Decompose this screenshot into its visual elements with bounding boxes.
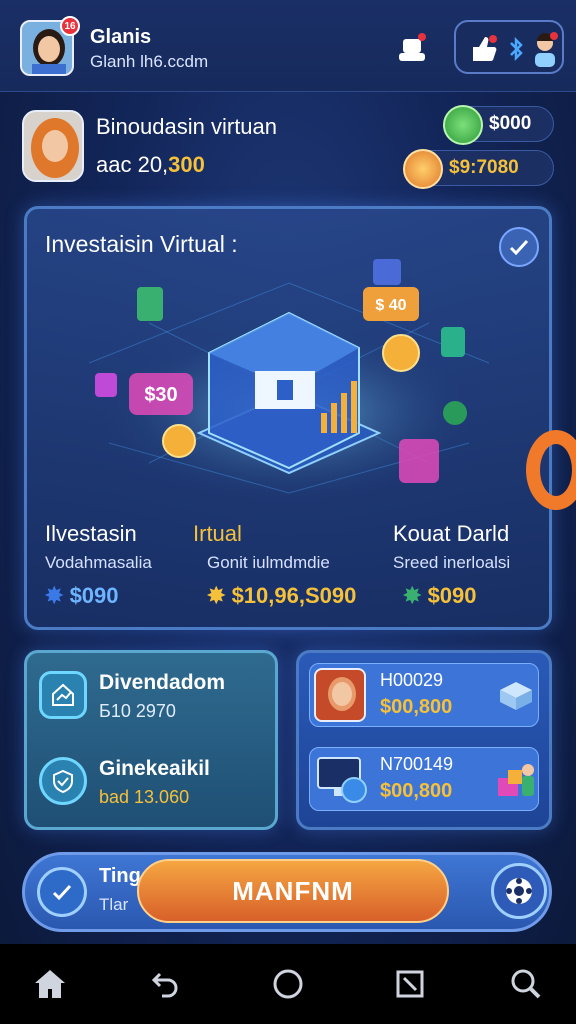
support-avatar-button[interactable]: [528, 30, 562, 68]
folder-icon: [373, 259, 401, 285]
balance-pill-green[interactable]: $000: [443, 105, 554, 145]
settings-button[interactable]: [491, 863, 547, 919]
delivery-person-icon: [498, 764, 534, 796]
nav-recent[interactable]: [266, 962, 310, 1006]
hero-col1-value: ✸ $090: [45, 583, 119, 609]
gift-button[interactable]: [392, 28, 432, 68]
right-item1-avatar: [314, 668, 366, 722]
hero-col3-subtitle: Sreed inerloalsi: [393, 553, 511, 572]
left-item1-value: Б10 2970: [99, 701, 176, 721]
profile-avatar[interactable]: [22, 110, 84, 182]
user-name: Glanis: [90, 26, 152, 48]
hero-col3-value: ✸ $090: [403, 583, 477, 609]
person-portrait-icon: [316, 670, 364, 720]
right-item2[interactable]: N700149 $00,800: [309, 747, 539, 811]
home-icon: [35, 970, 65, 998]
right-item2-value: $00,800: [380, 780, 452, 803]
nav-back[interactable]: [144, 962, 188, 1006]
hero-col1-title: Ilvestasin: [45, 521, 137, 546]
nav-search[interactable]: [504, 962, 548, 1006]
bluetooth-button[interactable]: [506, 34, 526, 64]
nav-overview[interactable]: [388, 962, 432, 1006]
support-agent-icon: [535, 32, 558, 67]
action-check-button[interactable]: [37, 867, 87, 917]
bottom-navigation: [0, 944, 576, 1024]
hero-col3-title: Kouat Darld: [393, 521, 510, 546]
balance-pill-green-value: $000: [489, 113, 532, 134]
profile-balance-highlight: 300: [168, 152, 205, 177]
gear-icon: [506, 878, 532, 904]
monitor-icon: [317, 757, 367, 803]
blue-star-icon: ✸: [45, 583, 64, 608]
chart-bubble-icon: [443, 401, 467, 425]
search-icon: [511, 969, 541, 999]
back-arrow-icon: [151, 972, 178, 998]
tag-icon: [441, 327, 465, 357]
hijab-portrait-icon: [24, 112, 82, 180]
right-item1-code: H00029: [380, 670, 444, 690]
green-coin-icon: [443, 105, 483, 145]
profile-balance: aac 20,300: [96, 152, 205, 178]
left-item2-title: Ginekeaikil: [99, 757, 210, 780]
green-star-icon: ✸: [403, 583, 422, 608]
right-card[interactable]: H00029 $00,800 N700149 $00,800: [296, 650, 552, 830]
hero-col2-title: Irtual: [193, 521, 242, 546]
user-email: Glanh lh6.ccdm: [90, 52, 209, 71]
hero-illustration: $ 40 $30: [88, 259, 490, 503]
house-chart-icon: [52, 683, 74, 706]
left-item2-value: bad 13.060: [99, 787, 190, 807]
hero-col2-value-text: $10,96,S090: [231, 583, 357, 608]
left-item1-title: Divendadom: [99, 671, 226, 694]
shield-check-icon: [53, 769, 73, 794]
robot-icon: [399, 33, 426, 61]
quick-actions-group: [454, 20, 564, 74]
nav-home[interactable]: [28, 962, 72, 1006]
hero-col1-value-text: $090: [69, 583, 119, 608]
presentation-icon: [399, 439, 439, 483]
balance-pill-orange-value: $9:7080: [449, 157, 519, 178]
hero-col2-value: ✸ $10,96,S090: [207, 583, 356, 609]
hero-col3-value-text: $090: [427, 583, 477, 608]
right-item2-value-text: $00,800: [380, 780, 453, 802]
hero-col1-subtitle: Vodahmasalia: [45, 553, 152, 572]
illustration-card-left-label: $30: [144, 384, 177, 406]
balance-pill-orange[interactable]: $9:7080: [403, 149, 554, 189]
action-label-line1: Ting: [99, 865, 141, 887]
orange-coin-icon: [403, 149, 443, 189]
right-item1[interactable]: H00029 $00,800: [309, 663, 539, 727]
shield-icon-box: [39, 757, 87, 805]
card-left-icon: $30: [129, 373, 193, 415]
coin-right-icon: [382, 334, 420, 372]
document-icon: [137, 287, 163, 321]
action-label-line2: Tlar: [99, 895, 129, 914]
circle-home-icon: [273, 969, 303, 999]
gadget-icon: [95, 373, 117, 397]
profile-name: Binoudasin virtuan: [96, 114, 278, 139]
thumbs-up-icon: [473, 35, 497, 61]
right-item2-code: N700149: [380, 754, 454, 774]
profile-balance-prefix: aac 20,: [96, 152, 169, 177]
gold-star-icon: ✸: [207, 583, 226, 608]
top-bar: 16 Glanis Glanh lh6.ccdm: [0, 0, 576, 92]
left-card[interactable]: Divendadom Б10 2970 Ginekeaikil bad 13.0…: [24, 650, 278, 830]
hero-panel: Investaisin Virtual : $ 40 $30 Ilvestasi…: [24, 206, 552, 630]
coin-left-icon: [162, 424, 196, 458]
action-bar: Ting Tlar MANFNM: [22, 852, 552, 932]
right-item1-value-text: $00,800: [380, 696, 453, 718]
main-action-button[interactable]: MANFNM: [137, 859, 449, 923]
notification-badge: 16: [60, 16, 80, 36]
illustration-card-top-label: $ 40: [375, 297, 406, 314]
square-slash-icon: [396, 970, 424, 998]
like-button[interactable]: [464, 30, 502, 68]
bluetooth-icon: [510, 37, 523, 61]
right-item1-value: $00,800: [380, 696, 452, 719]
box-icon: [500, 682, 532, 710]
check-circle-icon: [52, 884, 72, 901]
dividend-icon-box: [39, 671, 87, 719]
card-top-icon: $ 40: [363, 287, 419, 321]
hero-col2-subtitle: Gonit iulmdmdie: [207, 553, 330, 572]
